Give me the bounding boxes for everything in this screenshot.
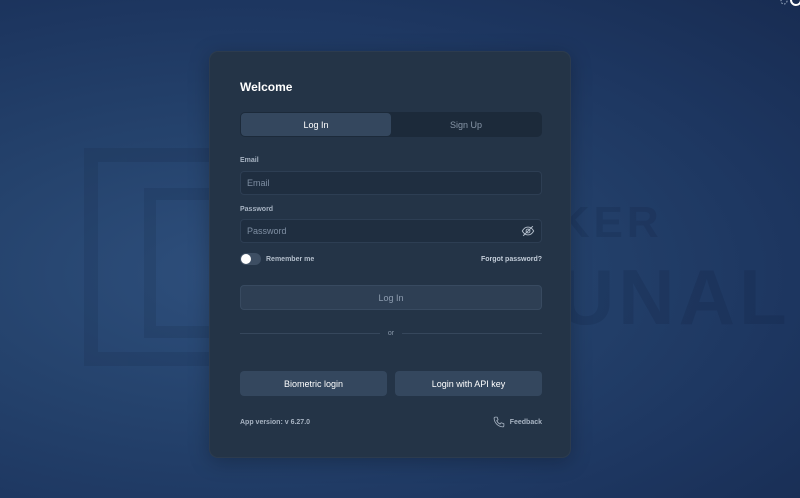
- divider-line-left: [240, 332, 380, 334]
- remember-me-toggle[interactable]: [240, 253, 261, 265]
- auth-tabs: Log In Sign Up: [240, 112, 542, 137]
- api-key-login-button[interactable]: Login with API key: [395, 371, 542, 396]
- divider-text: or: [387, 329, 395, 337]
- or-divider: or: [240, 328, 543, 338]
- card-footer: App version: v 6.27.0 Feedback: [240, 415, 542, 429]
- password-label: Password: [240, 206, 274, 213]
- alternate-login-buttons: Biometric login Login with API key: [240, 371, 542, 396]
- card-title: Welcome: [240, 80, 293, 94]
- remember-me-label: Remember me: [266, 255, 315, 263]
- feedback-link[interactable]: Feedback: [493, 416, 542, 428]
- divider-line-right: [402, 332, 543, 334]
- log-in-button[interactable]: Log In: [240, 285, 542, 310]
- options-row: Remember me Forgot password?: [240, 252, 542, 266]
- corner-indicator-icon: [780, 0, 800, 6]
- login-card: Welcome Log In Sign Up Email Password Re…: [209, 51, 571, 458]
- password-field-wrapper: [240, 219, 542, 243]
- forgot-password-link[interactable]: Forgot password?: [481, 256, 542, 263]
- feedback-label: Feedback: [509, 418, 542, 426]
- email-label: Email: [240, 157, 259, 164]
- email-field[interactable]: [247, 178, 535, 188]
- toggle-knob: [241, 254, 251, 264]
- tab-log-in[interactable]: Log In: [241, 113, 391, 136]
- eye-off-icon[interactable]: [521, 224, 535, 238]
- tab-sign-up[interactable]: Sign Up: [391, 113, 541, 136]
- password-field[interactable]: [247, 226, 521, 236]
- app-version: App version: v 6.27.0: [240, 418, 311, 426]
- email-field-wrapper: [240, 171, 542, 195]
- remember-me: Remember me: [240, 253, 314, 265]
- biometric-login-button[interactable]: Biometric login: [240, 371, 387, 396]
- phone-icon: [493, 416, 504, 428]
